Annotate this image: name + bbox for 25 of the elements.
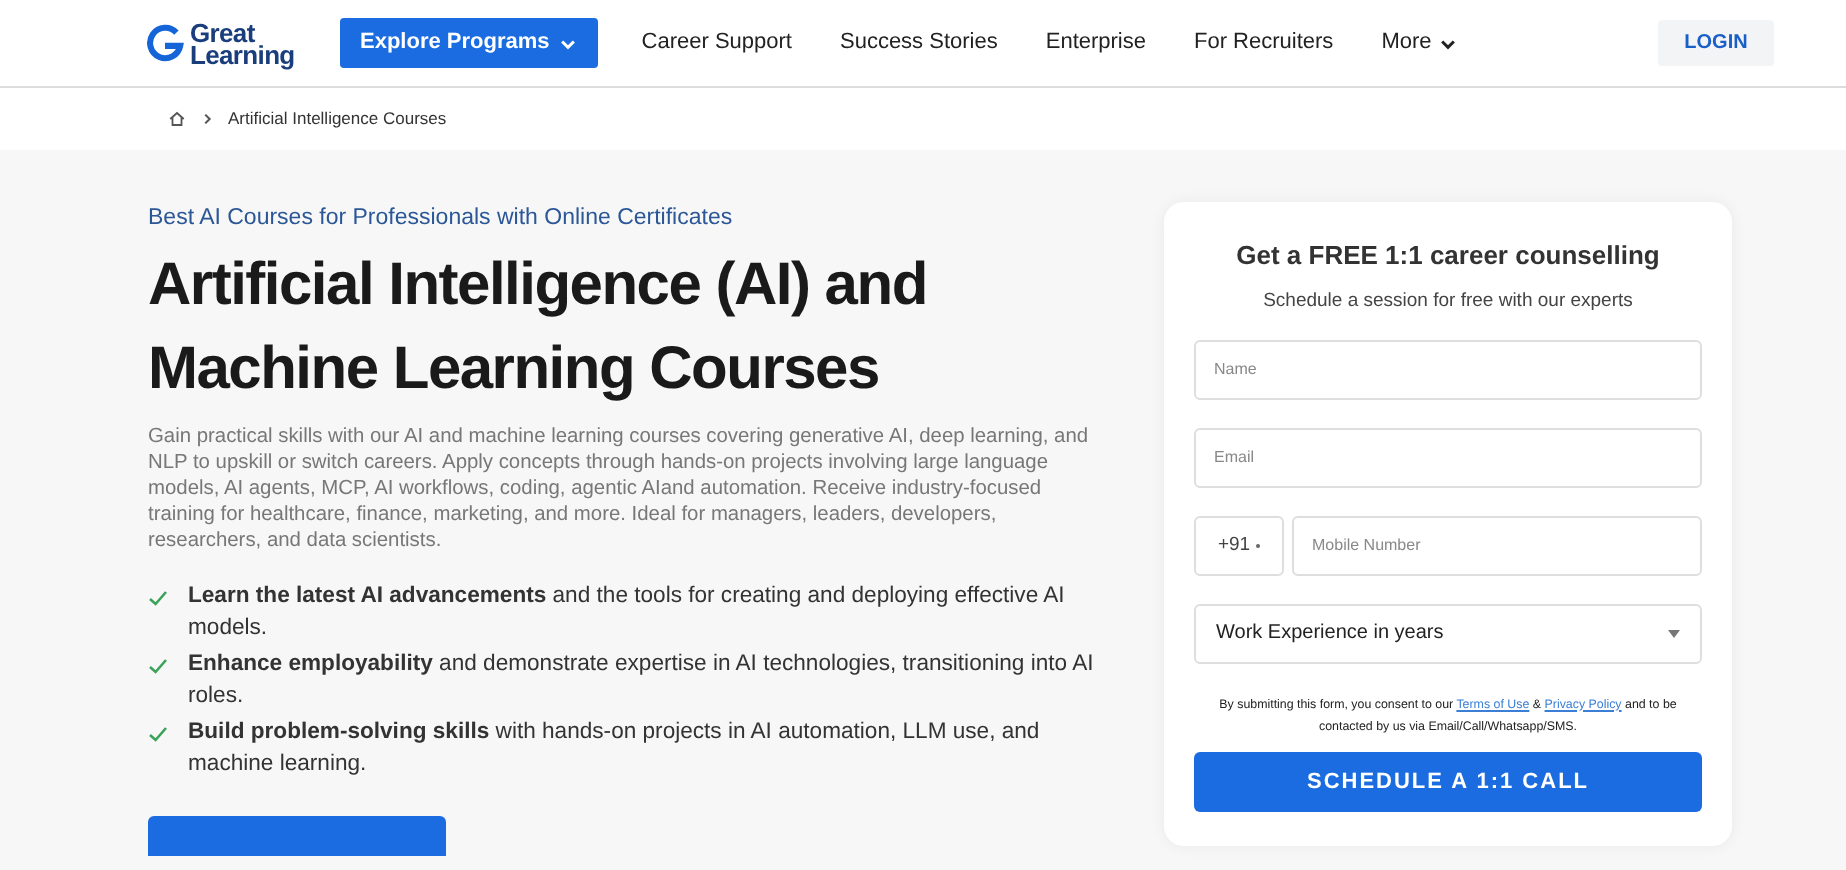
benefit-text: Build problem-solving skills with hands-on projects in AI automation, LLM use, and machine learning. <box>188 718 1042 780</box>
country-code-select[interactable]: +91 <box>1194 515 1284 576</box>
schedule-call-button[interactable]: SCHEDULE A 1:1 CALL <box>1194 751 1702 812</box>
benefit-text: Learn the latest AI advancements and the tools for creating and deploying effective AI models. <box>188 582 1067 644</box>
mobile-number-field[interactable]: Mobile Number <box>1292 515 1702 576</box>
nav-link[interactable]: More <box>1381 26 1458 60</box>
nav-link[interactable]: For Recruiters <box>1194 26 1334 60</box>
nav-link[interactable]: Career Support <box>641 26 792 60</box>
benefit-text: Enhance employability and demonstrate expertise in AI technologies, transitioning into AI roles. <box>188 650 1096 712</box>
breadcrumb-item[interactable]: Artificial Intelligence Courses <box>228 106 447 132</box>
course-description: Gain practical skills with our AI and machine learning courses covering generative AI, deep learning, and NLP to upskill or switch careers. Apply concepts through hands-on projects involving large language models, AI agents, MCP, AI workflows, coding, agentic AIand automation. Receive industry-focused training for healthcare, finance, marketing, and more. Ideal for managers, leaders, developers, researchers, and data scientists. <box>148 424 1091 555</box>
logo-text: Great <box>190 21 255 43</box>
explore-programs-button[interactable]: Explore Programs <box>340 18 598 68</box>
logo-text: Learning <box>190 43 295 65</box>
eyebrow-text: Best AI Courses for Professionals with Online Certificates <box>148 204 735 234</box>
text-field[interactable]: Email <box>1194 427 1702 488</box>
nav-link[interactable]: Enterprise <box>1045 26 1146 60</box>
page-title: Machine Learning Courses <box>148 334 881 407</box>
page-title: Artificial Intelligence (AI) and <box>148 250 929 323</box>
login-button[interactable]: LOGIN <box>1658 20 1774 66</box>
form-title: Get a FREE 1:1 career counselling <box>1236 238 1660 274</box>
form-subtitle: Schedule a session for free with our experts <box>1263 287 1633 315</box>
nav-link[interactable]: Success Stories <box>839 26 998 60</box>
experience-select[interactable]: Work Experience in years <box>1194 603 1702 664</box>
text-field[interactable]: Name <box>1194 339 1702 400</box>
